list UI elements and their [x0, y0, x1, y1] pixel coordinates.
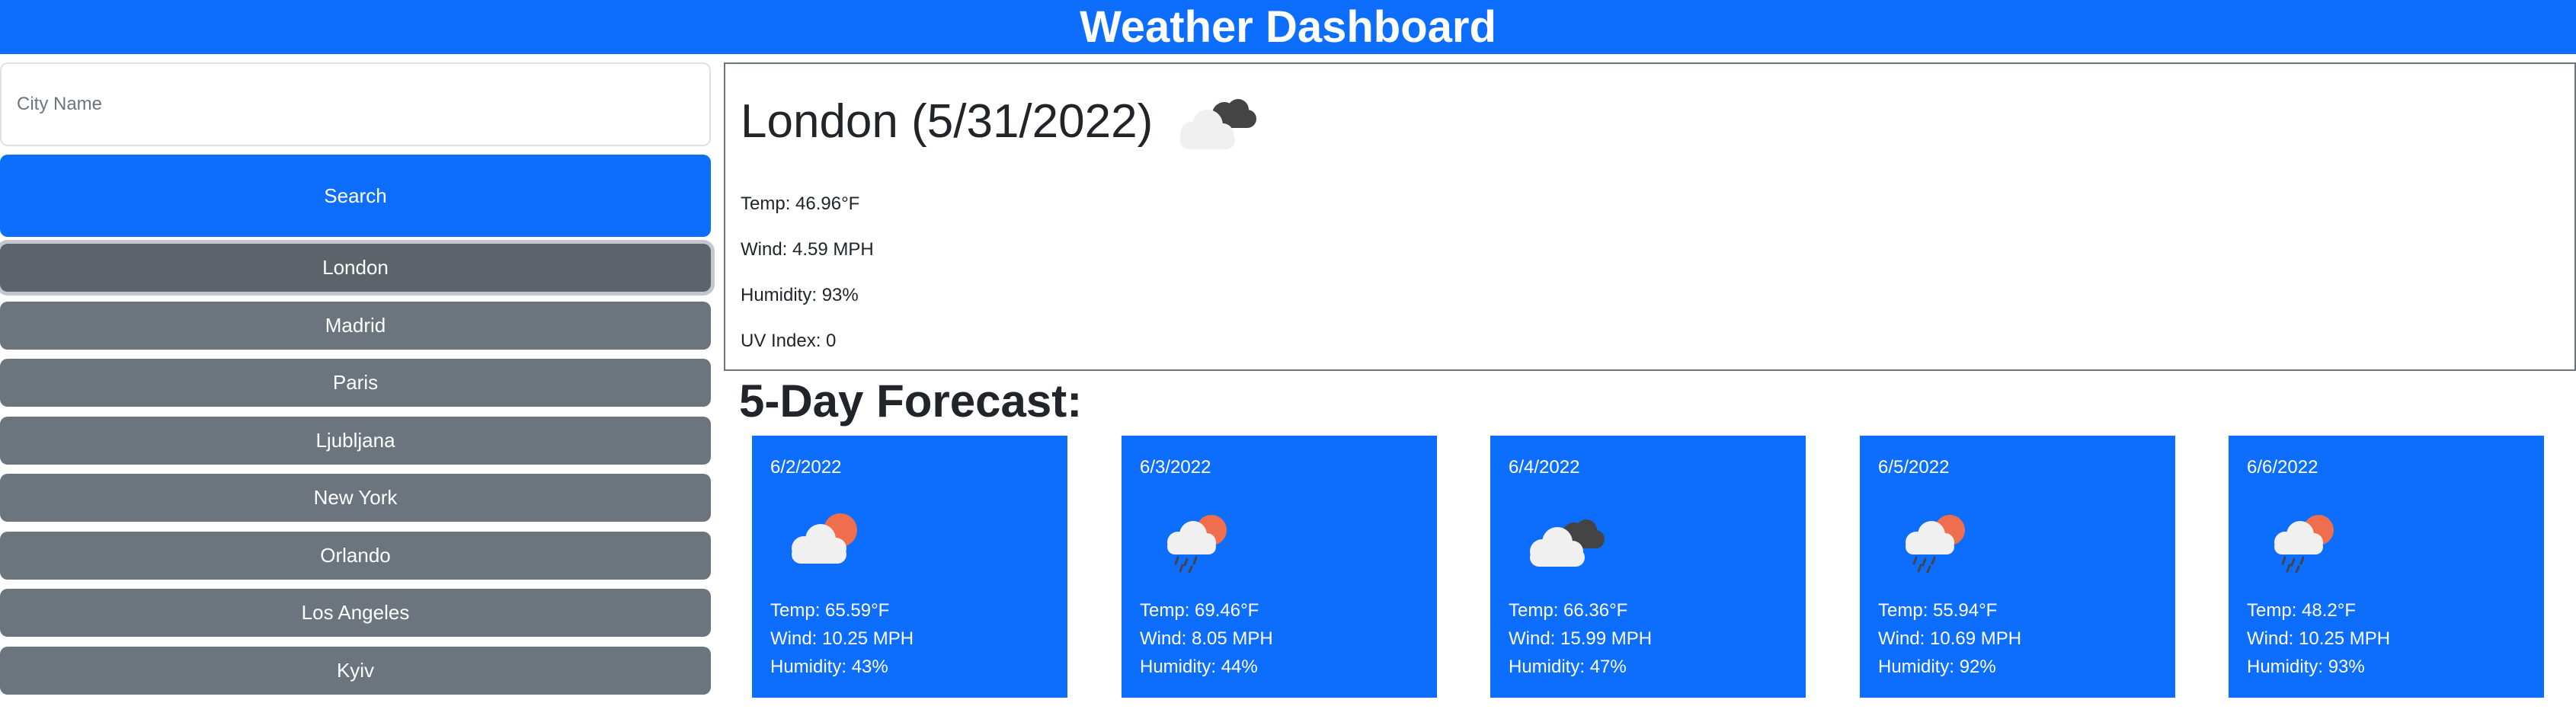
forecast-wind: Wind: 10.69 MPH: [1878, 628, 2022, 649]
forecast-temp: Temp: 48.2°F: [2247, 600, 2356, 621]
history-city-button[interactable]: Kyiv: [0, 646, 711, 695]
forecast-date: 6/4/2022: [1509, 457, 1580, 478]
broken-clouds-icon: [1530, 519, 1605, 567]
broken-clouds-icon: [1180, 99, 1257, 149]
city-search-input[interactable]: [0, 62, 711, 146]
history-city-button[interactable]: Ljubljana: [0, 416, 711, 465]
forecast-temp: Temp: 69.46°F: [1140, 600, 1259, 621]
history-city-button[interactable]: Madrid: [0, 301, 711, 350]
forecast-wind: Wind: 10.25 MPH: [770, 628, 914, 649]
rain-icon: [1906, 515, 1965, 573]
history-city-button[interactable]: New York: [0, 474, 711, 522]
forecast-temp: Temp: 66.36°F: [1509, 600, 1628, 621]
forecast-date: 6/6/2022: [2247, 457, 2318, 478]
forecast-date: 6/3/2022: [1140, 457, 1211, 478]
current-weather-panel: London (5/31/2022) Temp: 46.96°F Wind: 4…: [724, 62, 2576, 371]
search-button[interactable]: Search: [0, 155, 711, 237]
search-history-list: London Madrid Paris Ljubljana New York O…: [0, 244, 711, 704]
current-city-title: London (5/31/2022): [741, 94, 1154, 148]
forecast-humidity: Humidity: 93%: [2247, 657, 2365, 677]
current-temp: Temp: 46.96°F: [741, 193, 860, 214]
history-city-button[interactable]: Los Angeles: [0, 589, 711, 637]
history-city-button[interactable]: Paris: [0, 359, 711, 407]
current-humidity: Humidity: 93%: [741, 285, 859, 305]
forecast-card: 6/2/2022 Temp: 65.59°F Wind: 10.25 MPH H…: [752, 436, 1067, 698]
history-city-button[interactable]: Orlando: [0, 531, 711, 580]
forecast-humidity: Humidity: 47%: [1509, 657, 1627, 677]
forecast-date: 6/5/2022: [1878, 457, 1950, 478]
forecast-date: 6/2/2022: [770, 457, 842, 478]
history-city-button[interactable]: London: [0, 244, 711, 292]
current-uv-index: UV Index: 0: [741, 331, 837, 351]
forecast-card: 6/5/2022 Temp: 55.94°F Wind: 10.69 MPH H…: [1860, 436, 2175, 698]
forecast-card: 6/4/2022 Temp: 66.36°F Wind: 15.99 MPH H…: [1490, 436, 1806, 698]
forecast-title: 5-Day Forecast:: [739, 375, 1083, 427]
rain-icon: [2274, 515, 2334, 573]
forecast-wind: Wind: 10.25 MPH: [2247, 628, 2391, 649]
forecast-wind: Wind: 8.05 MPH: [1140, 628, 1273, 649]
forecast-card: 6/3/2022 Temp: 69.46°F Wind: 8.05 MPH Hu…: [1122, 436, 1437, 698]
partly-cloudy-icon: [792, 513, 857, 564]
rain-icon: [1167, 515, 1227, 573]
page-title: Weather Dashboard: [1080, 2, 1496, 52]
forecast-wind: Wind: 15.99 MPH: [1509, 628, 1653, 649]
forecast-temp: Temp: 55.94°F: [1878, 600, 1998, 621]
forecast-humidity: Humidity: 43%: [770, 657, 888, 677]
forecast-temp: Temp: 65.59°F: [770, 600, 890, 621]
page-header: Weather Dashboard: [0, 0, 2576, 54]
forecast-humidity: Humidity: 92%: [1878, 657, 1996, 677]
forecast-card: 6/6/2022 Temp: 48.2°F Wind: 10.25 MPH Hu…: [2229, 436, 2544, 698]
forecast-humidity: Humidity: 44%: [1140, 657, 1258, 677]
current-wind: Wind: 4.59 MPH: [741, 239, 874, 260]
